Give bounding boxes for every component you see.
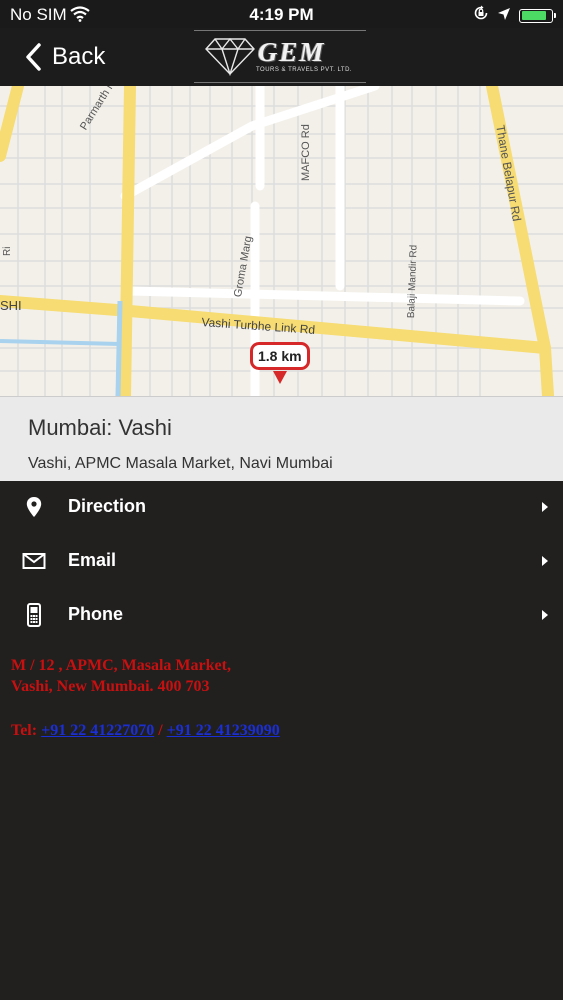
pin-tail [273, 371, 287, 384]
battery-fill [521, 11, 546, 20]
back-label: Back [52, 43, 106, 70]
logo-brand: GEM [258, 37, 326, 67]
phone-link-2[interactable]: +91 22 41239090 [167, 722, 280, 739]
direction-row[interactable]: Direction [0, 480, 563, 534]
distance-label: 1.8 km [250, 342, 310, 370]
map-label-area: SHI [0, 298, 22, 313]
chevron-right-icon [542, 610, 548, 620]
action-list: Direction Email Phone [0, 480, 563, 642]
battery-icon [519, 8, 556, 23]
tel-label: Tel: [11, 722, 38, 739]
chevron-right-icon [542, 502, 548, 512]
company-logo: GEM TOURS & TRAVELS PVT. LTD. [194, 30, 366, 83]
chevron-left-icon [26, 43, 41, 71]
phone-separator: / [158, 722, 163, 739]
map-label-ri: Ri [2, 246, 13, 256]
envelope-icon [22, 553, 46, 569]
location-city: Mumbai: Vashi [28, 415, 172, 440]
phone-row[interactable]: Phone [0, 588, 563, 642]
location-address: Vashi, APMC Masala Market, Navi Mumbai [28, 455, 333, 472]
location-card: Mumbai: Vashi Vashi, APMC Masala Market,… [0, 396, 563, 481]
telephone-line: Tel: +91 22 41227070 / +91 22 41239090 [11, 722, 280, 740]
email-label: Email [68, 550, 117, 570]
address-line-1: M / 12 , APMC, Masala Market, [11, 657, 231, 674]
phone-link-1[interactable]: +91 22 41227070 [41, 722, 154, 739]
chevron-right-icon [542, 556, 548, 566]
battery-nub [554, 12, 556, 18]
address-line-2: Vashi, New Mumbai. 400 703 [11, 678, 210, 695]
mobile-phone-icon [27, 603, 41, 627]
location-arrow-icon [497, 6, 511, 26]
email-row[interactable]: Email [0, 534, 563, 588]
orientation-lock-icon [473, 5, 489, 26]
status-right-icons [473, 5, 556, 26]
postal-address: M / 12 , APMC, Masala Market, Vashi, New… [11, 655, 551, 697]
phone-label: Phone [68, 604, 124, 624]
map-label-mafco: MAFCO Rd [300, 124, 312, 181]
status-bar: No SIM 4:19 PM [0, 0, 563, 28]
logo-subtitle: TOURS & TRAVELS PVT. LTD. [256, 67, 353, 73]
map-pin-icon [26, 497, 42, 517]
direction-label: Direction [68, 496, 147, 516]
back-button[interactable]: Back [24, 38, 105, 76]
diamond-icon [205, 37, 255, 76]
map-view[interactable]: Parmarth Niketan Marg MAFCO Rd Thane Bel… [0, 86, 563, 396]
nav-bar: Back GEM TOURS & TRAVELS PVT. LTD. [0, 28, 563, 86]
distance-pin[interactable]: 1.8 km [250, 342, 310, 384]
